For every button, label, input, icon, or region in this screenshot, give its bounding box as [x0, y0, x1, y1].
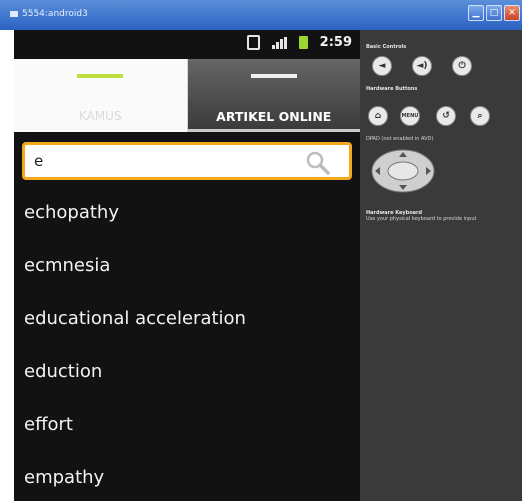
menu-button[interactable]: MENU [400, 106, 420, 126]
tab-label: ARTIKEL ONLINE [216, 109, 332, 124]
emulator-screen: 2:59 KAMUS ARTIKEL ONLINE echopathy ecmn… [14, 30, 360, 501]
search-key-icon[interactable]: ⌕ [470, 106, 490, 126]
hardware-buttons-title: Hardware Buttons [366, 86, 418, 92]
signal-icon [271, 36, 287, 49]
emulator-controls-panel: Basic Controls ◄ ◄) ⏻ Hardware Buttons ⌂… [360, 30, 522, 501]
tab-bar: KAMUS ARTIKEL ONLINE [14, 59, 360, 132]
search-input[interactable] [34, 149, 284, 173]
battery-icon [298, 36, 308, 49]
list-item[interactable]: echopathy [14, 186, 360, 239]
results-list: echopathy ecmnesia educational accelerat… [14, 186, 360, 501]
close-icon[interactable]: ✕ [504, 5, 520, 21]
status-time: 2:59 [319, 35, 352, 50]
tab-indicator [77, 74, 124, 78]
list-item[interactable]: eduction [14, 345, 360, 398]
list-item[interactable]: empathy [14, 451, 360, 501]
list-item[interactable]: ecmnesia [14, 239, 360, 292]
dpad-control[interactable] [370, 148, 436, 194]
window-title-group: 5554:android3 [10, 9, 88, 19]
volume-down-icon[interactable]: ◄ [372, 56, 392, 76]
home-icon[interactable]: ⌂ [368, 106, 388, 126]
list-item[interactable]: effort [14, 398, 360, 451]
minimize-icon[interactable]: ▁ [468, 5, 484, 21]
keyboard-note: Use your physical keyboard to provide in… [366, 216, 477, 222]
tab-label: KAMUS [78, 109, 122, 123]
basic-controls-title: Basic Controls [366, 44, 407, 50]
search-icon[interactable] [305, 150, 331, 176]
power-icon[interactable]: ⏻ [452, 56, 472, 76]
sim-icon [246, 35, 260, 50]
tab-artikel-online[interactable]: ARTIKEL ONLINE [187, 59, 360, 132]
window-controls: ▁ □ ✕ [468, 5, 520, 21]
app-icon [10, 11, 18, 17]
tab-indicator [250, 74, 297, 78]
dpad-title: DPAD (not enabled in AVD) [366, 136, 434, 142]
window-title: 5554:android3 [22, 9, 88, 19]
back-icon[interactable]: ↺ [436, 106, 456, 126]
search-box [22, 142, 352, 180]
window-titlebar[interactable]: 5554:android3 ▁ □ ✕ [0, 0, 522, 30]
status-bar: 2:59 [14, 30, 360, 59]
maximize-icon[interactable]: □ [486, 5, 502, 21]
volume-up-icon[interactable]: ◄) [412, 56, 432, 76]
list-item[interactable]: educational acceleration [14, 292, 360, 345]
tab-kamus[interactable]: KAMUS [14, 59, 188, 132]
